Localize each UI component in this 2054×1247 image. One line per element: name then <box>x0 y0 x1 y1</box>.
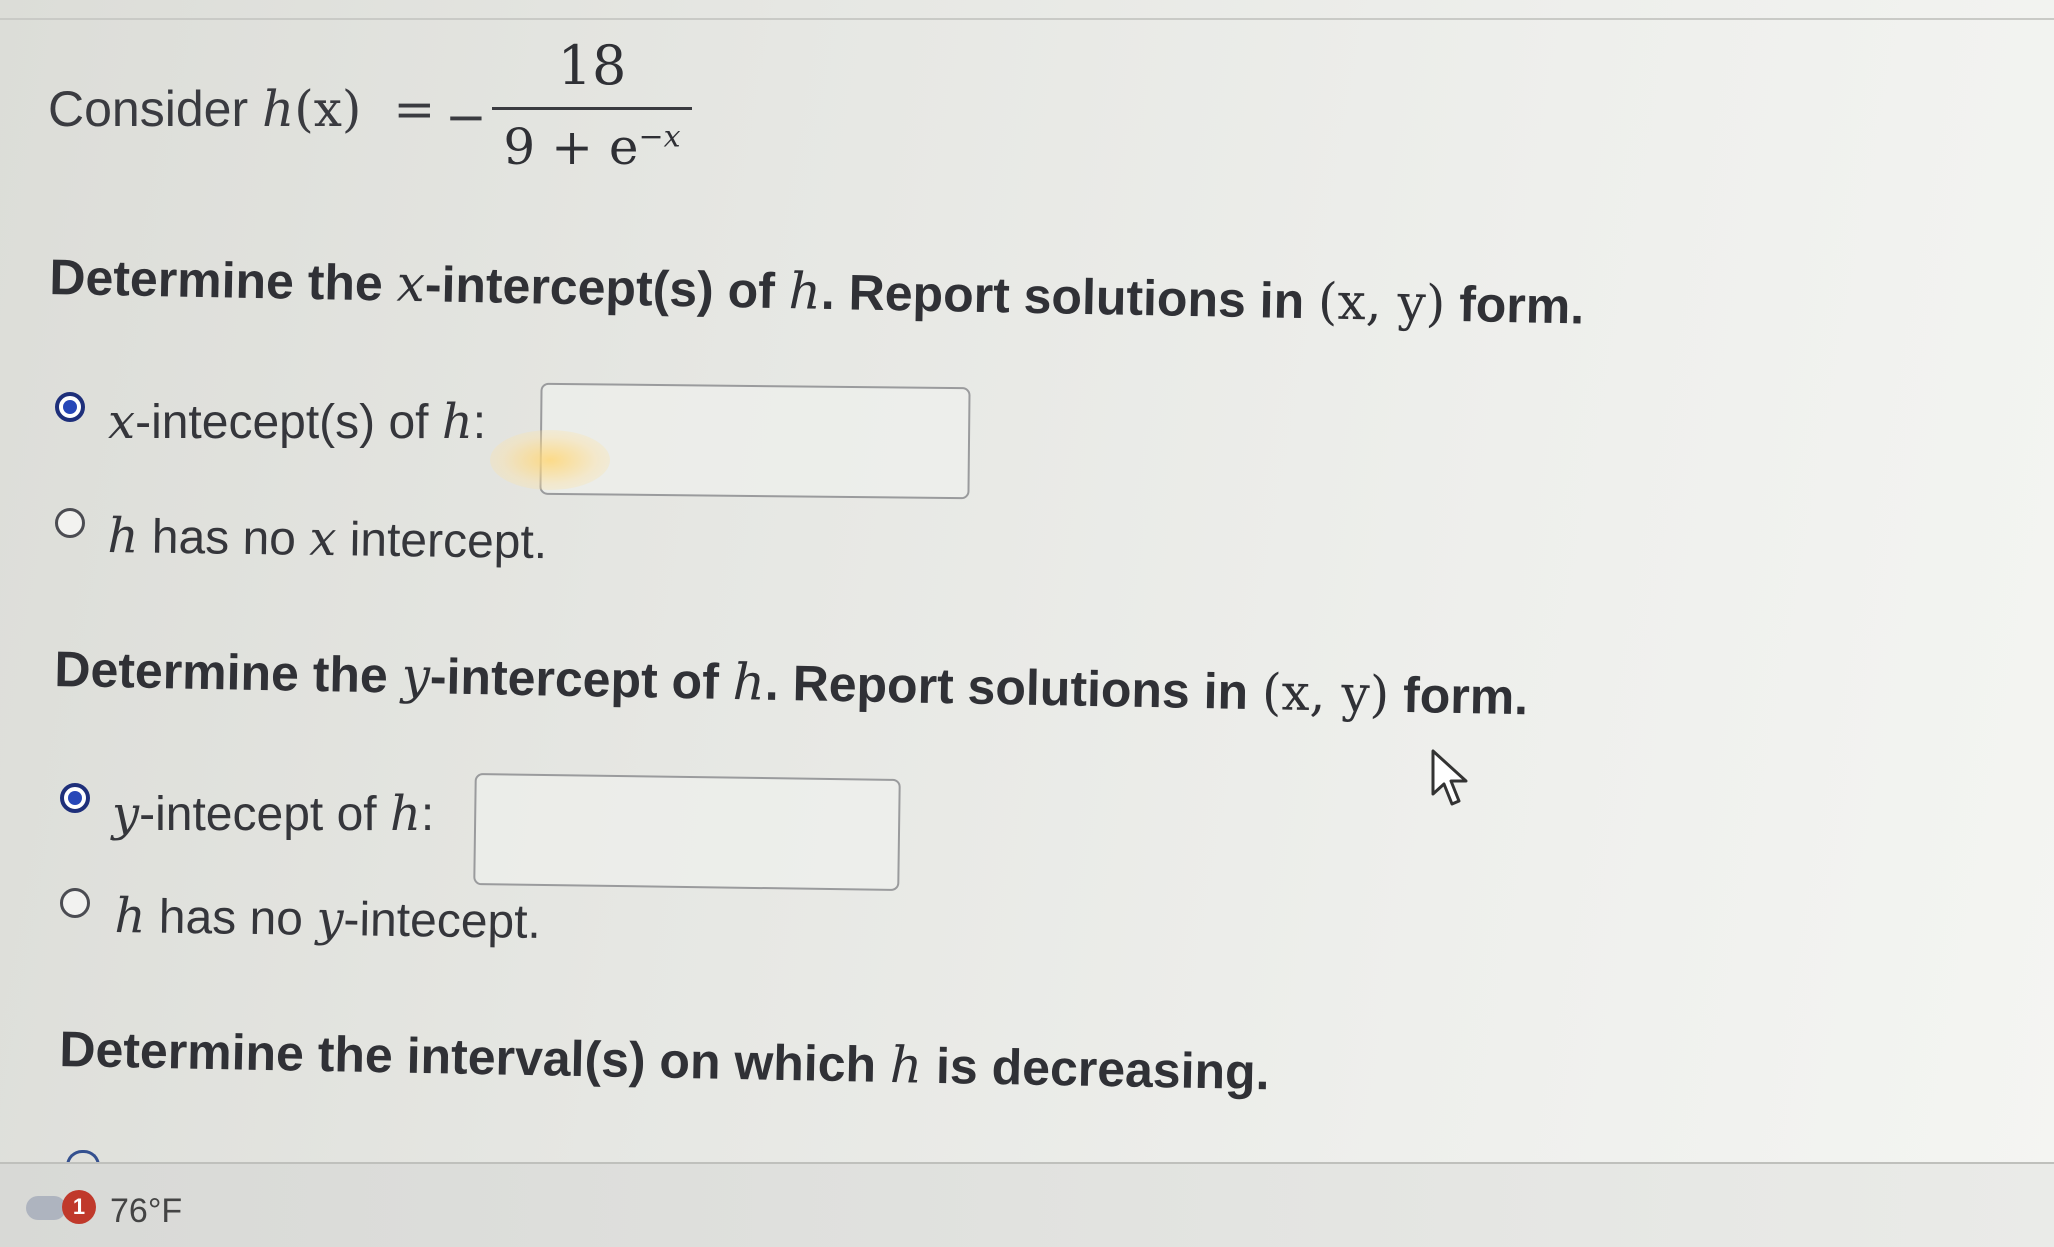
y-intercept-option-radio[interactable] <box>60 783 90 813</box>
mouse-pointer-icon <box>1431 749 1468 806</box>
consider-label: Consider <box>48 81 249 137</box>
no-y-intercept-radio[interactable] <box>60 888 90 918</box>
equals-sign: = <box>393 80 436 138</box>
light-glare <box>490 430 610 490</box>
top-divider <box>0 18 2054 20</box>
exponent: −x <box>638 119 681 155</box>
minus-sign: − <box>445 88 487 146</box>
denominator: 9 + e−x <box>503 118 681 176</box>
fraction-bar <box>492 107 692 110</box>
y-intercept-option-label: y-intecept of h: <box>112 786 435 842</box>
weather-temperature[interactable]: 76°F <box>110 1192 182 1231</box>
no-x-intercept-radio[interactable] <box>55 508 85 538</box>
function-variable: (x) <box>294 80 362 138</box>
notification-badge[interactable]: 1 <box>62 1190 96 1224</box>
function-name: h <box>262 80 295 138</box>
y-intercept-input[interactable] <box>475 775 899 889</box>
x-intercept-input[interactable] <box>541 384 969 498</box>
no-x-intercept-label: h has no x intercept. <box>107 508 548 570</box>
numerator: 18 <box>557 34 627 97</box>
function-definition: Consider h(x) = <box>48 80 453 138</box>
y-intercept-answer-box[interactable] <box>473 773 901 891</box>
cloud-icon <box>26 1196 66 1220</box>
taskbar <box>0 1162 2054 1247</box>
x-intercept-option-radio[interactable] <box>55 392 85 422</box>
no-y-intercept-label: h has no y-intecept. <box>114 888 542 949</box>
x-intercept-option-label: x-intecept(s) of h: <box>108 394 487 450</box>
fraction: 18 9 + e−x <box>492 34 692 176</box>
x-intercept-answer-box[interactable] <box>539 382 971 500</box>
